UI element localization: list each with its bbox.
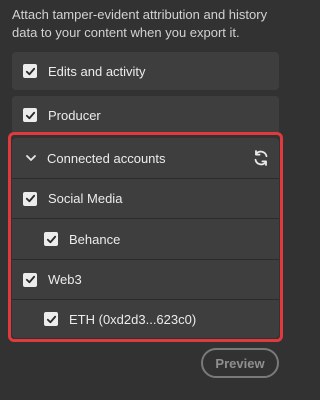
connected-accounts-header[interactable]: Connected accounts <box>12 138 279 178</box>
checkbox-checked-icon[interactable] <box>23 64 37 78</box>
refresh-icon[interactable] <box>252 149 270 167</box>
connected-accounts-label: Connected accounts <box>47 150 166 166</box>
producer-option[interactable]: Producer <box>12 96 279 134</box>
edits-activity-label: Edits and activity <box>48 63 146 79</box>
account-label: Behance <box>69 231 121 247</box>
account-label: ETH (0xd2d3...623c0) <box>69 311 197 327</box>
account-label: Web3 <box>48 272 82 287</box>
chevron-down-icon[interactable] <box>24 151 38 165</box>
description-text: Attach tamper-evident attribution and hi… <box>12 7 268 40</box>
account-row-social-media[interactable]: Social Media <box>12 179 279 218</box>
checkbox-checked-icon[interactable] <box>23 108 37 122</box>
checkbox-checked-icon[interactable] <box>23 191 37 206</box>
checkbox-checked-icon[interactable] <box>44 232 58 246</box>
checkbox-checked-icon[interactable] <box>23 272 37 287</box>
checkbox-checked-icon[interactable] <box>44 312 58 326</box>
account-row-behance[interactable]: Behance <box>12 219 279 259</box>
edits-activity-option[interactable]: Edits and activity <box>12 52 279 90</box>
account-label: Social Media <box>48 191 123 206</box>
producer-label: Producer <box>48 107 101 123</box>
preview-button[interactable]: Preview <box>201 348 279 378</box>
account-row-eth[interactable]: ETH (0xd2d3...623c0) <box>12 300 279 338</box>
account-row-web3[interactable]: Web3 <box>12 260 279 299</box>
